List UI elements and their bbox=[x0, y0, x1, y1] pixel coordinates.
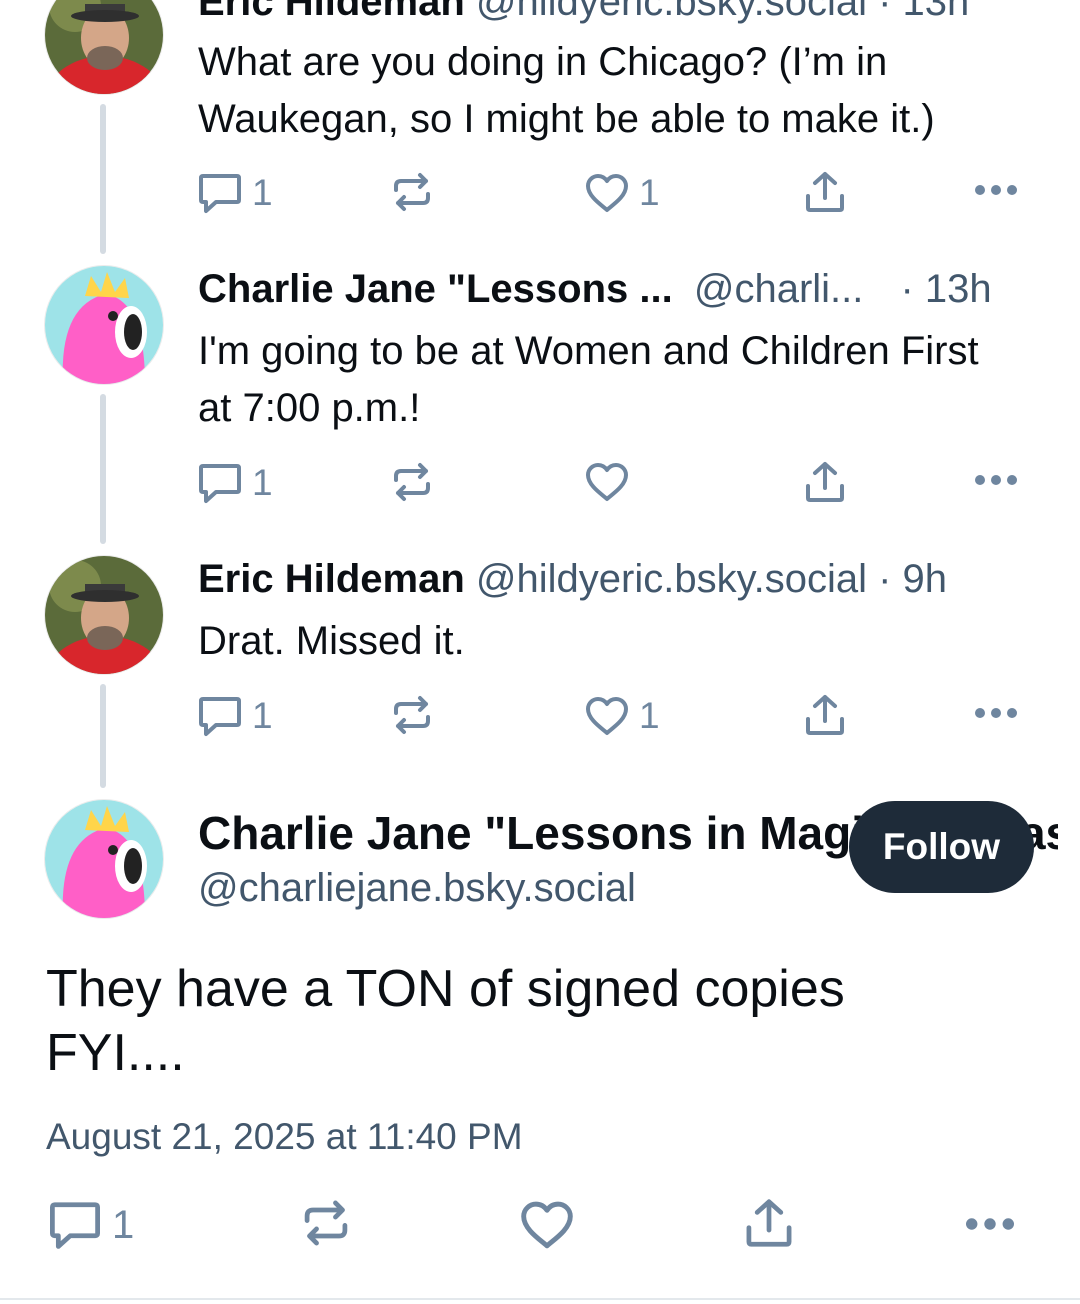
like-icon bbox=[520, 1200, 574, 1250]
like-button[interactable] bbox=[585, 462, 639, 502]
reply-count: 1 bbox=[252, 695, 273, 736]
main-post-date: August 21, 2025 at 11:40 PM bbox=[46, 1116, 523, 1157]
author-handle[interactable]: @hildyeric.bsky.social bbox=[476, 557, 867, 601]
share-icon bbox=[804, 170, 846, 214]
thread-line bbox=[100, 104, 106, 254]
avatar-eric[interactable] bbox=[45, 556, 163, 674]
avatar-eric[interactable] bbox=[45, 0, 163, 94]
like-icon bbox=[585, 696, 629, 736]
reply-icon bbox=[198, 462, 242, 504]
post-header: Eric Hildeman @hildyeric.bsky.social · 9… bbox=[198, 555, 947, 603]
reply-button[interactable]: 1 bbox=[198, 462, 273, 504]
share-button[interactable] bbox=[804, 170, 846, 214]
share-button[interactable] bbox=[804, 693, 846, 737]
main-author-handle[interactable]: @charliejane.bsky.social bbox=[198, 866, 636, 911]
reply-icon bbox=[198, 172, 242, 214]
thread-line bbox=[100, 394, 106, 544]
post-text: Drat. Missed it. bbox=[198, 619, 465, 663]
post-header: Eric Hildeman @hildyeric.bsky.social · 1… bbox=[198, 0, 969, 26]
divider bbox=[0, 1298, 1080, 1300]
author-name[interactable]: Eric Hildeman bbox=[198, 0, 465, 24]
share-icon bbox=[804, 460, 846, 504]
author-name[interactable]: Eric Hildeman bbox=[198, 557, 465, 601]
more-button[interactable] bbox=[974, 706, 1018, 720]
reply-count: 1 bbox=[252, 172, 273, 213]
share-icon bbox=[744, 1197, 794, 1249]
like-button[interactable]: 1 bbox=[585, 695, 660, 737]
repost-button[interactable] bbox=[390, 172, 434, 212]
post-text: I'm going to be at Women and Children Fi… bbox=[198, 329, 979, 430]
like-count: 1 bbox=[639, 172, 660, 213]
follow-button[interactable]: Follow bbox=[849, 801, 1034, 893]
post-text: What are you doing in Chicago? (I’m in W… bbox=[198, 40, 935, 141]
author-handle[interactable]: @hildyeric.bsky.social bbox=[476, 0, 867, 24]
repost-icon bbox=[390, 695, 434, 735]
main-post-text: They have a TON of signed copies FYI.... bbox=[46, 960, 845, 1082]
repost-button[interactable] bbox=[300, 1199, 352, 1247]
reply-button[interactable]: 1 bbox=[198, 695, 273, 737]
more-icon bbox=[974, 183, 1018, 197]
more-button[interactable] bbox=[974, 183, 1018, 197]
repost-icon bbox=[390, 462, 434, 502]
repost-icon bbox=[390, 172, 434, 212]
share-button[interactable] bbox=[804, 460, 846, 504]
repost-button[interactable] bbox=[390, 462, 434, 502]
reply-count: 1 bbox=[252, 462, 273, 503]
reply-icon bbox=[48, 1200, 102, 1250]
more-icon bbox=[962, 1216, 1018, 1232]
repost-button[interactable] bbox=[390, 695, 434, 735]
more-icon bbox=[974, 706, 1018, 720]
like-button[interactable] bbox=[520, 1200, 574, 1250]
share-icon bbox=[804, 693, 846, 737]
post-time[interactable]: · 9h bbox=[878, 557, 947, 601]
post-time[interactable]: · 13h bbox=[878, 0, 969, 24]
more-icon bbox=[974, 473, 1018, 487]
repost-icon bbox=[300, 1199, 352, 1247]
reply-button[interactable]: 1 bbox=[48, 1200, 134, 1250]
avatar-charlie[interactable] bbox=[45, 800, 163, 918]
more-button[interactable] bbox=[974, 473, 1018, 487]
post-time[interactable]: · 13h bbox=[901, 267, 992, 311]
avatar-charlie[interactable] bbox=[45, 266, 163, 384]
like-icon bbox=[585, 462, 629, 502]
author-handle[interactable]: @charli... bbox=[694, 267, 864, 311]
more-button[interactable] bbox=[962, 1216, 1018, 1232]
like-icon bbox=[585, 173, 629, 213]
reply-icon bbox=[198, 695, 242, 737]
thread-line bbox=[100, 684, 106, 788]
like-button[interactable]: 1 bbox=[585, 172, 660, 214]
share-button[interactable] bbox=[744, 1197, 794, 1249]
post-header: Charlie Jane "Lessons ... @charli... · 1… bbox=[198, 265, 992, 313]
like-count: 1 bbox=[639, 695, 660, 736]
author-name[interactable]: Charlie Jane "Lessons ... bbox=[198, 267, 673, 311]
reply-button[interactable]: 1 bbox=[198, 172, 273, 214]
reply-count: 1 bbox=[112, 1202, 135, 1247]
